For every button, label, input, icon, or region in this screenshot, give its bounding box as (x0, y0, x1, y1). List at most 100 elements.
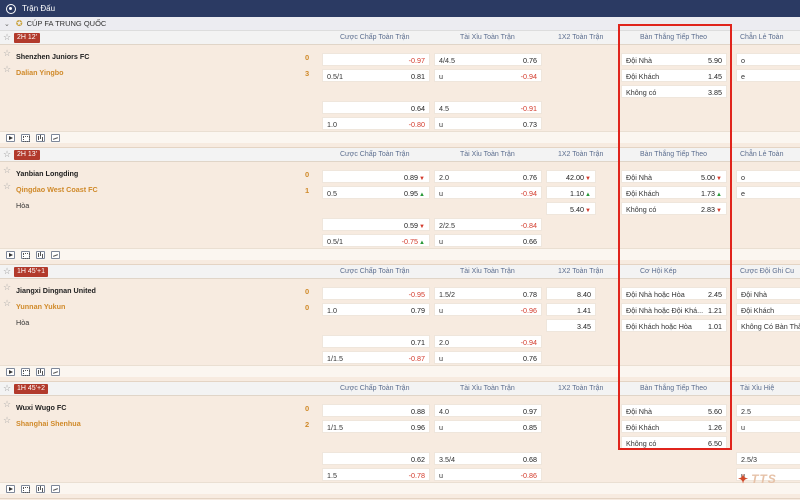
handicap-odds-cell[interactable]: 0.62 (322, 452, 430, 465)
market-odds-cell[interactable]: Không có 6.50 (621, 436, 727, 449)
favorite-star-icon[interactable]: ☆ (3, 32, 11, 43)
over-under-odds-cell[interactable]: u 0.73 (434, 117, 542, 130)
odds-line: 3.5/4 (439, 455, 455, 464)
trend-chart-icon[interactable] (51, 368, 60, 376)
market-odds-cell[interactable]: Đội Khách 1.45 (621, 69, 727, 82)
1x2-odds-cell[interactable]: 8.40 (546, 287, 596, 300)
statistics-icon[interactable] (36, 134, 45, 142)
home-team-name[interactable]: Shenzhen Juniors FC (16, 52, 89, 61)
market-odds-cell[interactable]: Đội Nhà hoặc Hòa 2.45 (621, 287, 727, 300)
market-odds-cell[interactable]: Không có 2.83▼ (621, 202, 727, 215)
field-view-icon[interactable] (21, 251, 30, 259)
home-team-name[interactable]: Jiangxi Dingnan United (16, 286, 96, 295)
live-stream-icon[interactable] (6, 485, 15, 493)
handicap-odds-cell[interactable]: 1/1.5 0.96 (322, 420, 430, 433)
extra-market-cell[interactable]: u (736, 420, 800, 433)
market-odds-cell[interactable]: Không có 3.85 (621, 85, 727, 98)
favorite-star-icon[interactable]: ☆ (3, 266, 11, 277)
favorite-star-icon[interactable]: ☆ (3, 399, 11, 410)
market-odds-cell[interactable]: Đội Khách 1.73▲ (621, 186, 727, 199)
1x2-odds-cell[interactable]: 5.40▼ (546, 202, 596, 215)
over-under-odds-cell[interactable]: u 0.76 (434, 351, 542, 364)
over-under-odds-cell[interactable]: 2/2.5 -0.84 (434, 218, 542, 231)
handicap-odds-cell[interactable]: 0.5/1 0.81 (322, 69, 430, 82)
trend-chart-icon[interactable] (51, 485, 60, 493)
market-odds-cell[interactable]: Đội Khách 1.26 (621, 420, 727, 433)
market-odds-cell[interactable]: Đội Nhà 5.00▼ (621, 170, 727, 183)
favorite-star-icon[interactable]: ☆ (3, 64, 11, 75)
handicap-odds-cell[interactable]: -0.95 (322, 287, 430, 300)
handicap-odds-cell[interactable]: 0.71 (322, 335, 430, 348)
over-under-odds-cell[interactable]: 2.0 0.76 (434, 170, 542, 183)
extra-market-cell[interactable]: Đội Nhà (736, 287, 800, 300)
odds-price: 0.79 (411, 306, 425, 315)
away-team-name[interactable]: Qingdao West Coast FC (16, 185, 98, 194)
home-team-name[interactable]: Yanbian Longding (16, 169, 78, 178)
favorite-star-icon[interactable]: ☆ (3, 383, 11, 394)
over-under-odds-cell[interactable]: u -0.86 (434, 468, 542, 481)
over-under-odds-cell[interactable]: 2.0 -0.94 (434, 335, 542, 348)
over-under-odds-cell[interactable]: 4/4.5 0.76 (434, 53, 542, 66)
over-under-odds-cell[interactable]: u -0.94 (434, 186, 542, 199)
statistics-icon[interactable] (36, 485, 45, 493)
over-under-odds-cell[interactable]: u -0.94 (434, 69, 542, 82)
over-under-odds-cell[interactable]: u 0.66 (434, 234, 542, 247)
extra-market-cell[interactable]: 2.5/3 (736, 452, 800, 465)
handicap-odds-cell[interactable]: 1/1.5 -0.87 (322, 351, 430, 364)
extra-market-cell[interactable]: 2.5 (736, 404, 800, 417)
1x2-odds-cell[interactable]: 1.41 (546, 303, 596, 316)
handicap-odds-cell[interactable]: 0.59▼ (322, 218, 430, 231)
handicap-odds-cell[interactable]: -0.97 (322, 53, 430, 66)
favorite-star-icon[interactable]: ☆ (3, 165, 11, 176)
over-under-odds-cell[interactable]: 4.5 -0.91 (434, 101, 542, 114)
handicap-odds-cell[interactable]: 0.64 (322, 101, 430, 114)
live-stream-icon[interactable] (6, 134, 15, 142)
handicap-odds-cell[interactable]: 0.89▼ (322, 170, 430, 183)
favorite-star-icon[interactable]: ☆ (3, 415, 11, 426)
1x2-odds-cell[interactable]: 42.00▼ (546, 170, 596, 183)
field-view-icon[interactable] (21, 485, 30, 493)
extra-market-cell[interactable]: Đội Khách (736, 303, 800, 316)
trend-chart-icon[interactable] (51, 134, 60, 142)
over-under-odds-cell[interactable]: u -0.96 (434, 303, 542, 316)
extra-market-cell[interactable]: e (736, 69, 800, 82)
field-view-icon[interactable] (21, 134, 30, 142)
away-team-name[interactable]: Dalian Yingbo (16, 68, 64, 77)
favorite-star-icon[interactable]: ☆ (3, 298, 11, 309)
extra-market-cell[interactable]: o (736, 53, 800, 66)
statistics-icon[interactable] (36, 251, 45, 259)
handicap-odds-cell[interactable]: 0.5/1 -0.75▲ (322, 234, 430, 247)
market-odds-cell[interactable]: Đội Khách hoặc Hòa 1.01 (621, 319, 727, 332)
statistics-icon[interactable] (36, 368, 45, 376)
favorite-star-icon[interactable]: ☆ (3, 181, 11, 192)
handicap-odds-cell[interactable]: 1.0 -0.80 (322, 117, 430, 130)
market-odds-cell[interactable]: Đội Nhà 5.90 (621, 53, 727, 66)
field-view-icon[interactable] (21, 368, 30, 376)
over-under-odds-cell[interactable]: u 0.85 (434, 420, 542, 433)
live-stream-icon[interactable] (6, 251, 15, 259)
live-stream-icon[interactable] (6, 368, 15, 376)
over-under-odds-cell[interactable]: 1.5/2 0.78 (434, 287, 542, 300)
home-team-name[interactable]: Wuxi Wugo FC (16, 403, 66, 412)
favorite-star-icon[interactable]: ☆ (3, 149, 11, 160)
extra-market-cell[interactable]: e (736, 186, 800, 199)
league-header[interactable]: ⌄ ✪ CÚP FA TRUNG QUỐC (0, 17, 800, 31)
extra-market-cell[interactable]: o (736, 170, 800, 183)
away-team-name[interactable]: Shanghai Shenhua (16, 419, 81, 428)
handicap-odds-cell[interactable]: 0.5 0.95▲ (322, 186, 430, 199)
over-under-odds-cell[interactable]: 4.0 0.97 (434, 404, 542, 417)
1x2-odds-cell[interactable]: 3.45 (546, 319, 596, 332)
market-odds-cell[interactable]: Đội Nhà hoặc Đội Khá... 1.21 (621, 303, 727, 316)
favorite-star-icon[interactable]: ☆ (3, 282, 11, 293)
over-under-odds-cell[interactable]: 3.5/4 0.68 (434, 452, 542, 465)
handicap-odds-cell[interactable]: 0.88 (322, 404, 430, 417)
chevron-down-icon[interactable]: ⌄ (4, 20, 10, 28)
extra-market-cell[interactable]: Không Có Bàn Thắ (736, 319, 800, 332)
favorite-star-icon[interactable]: ☆ (3, 48, 11, 59)
trend-chart-icon[interactable] (51, 251, 60, 259)
1x2-odds-cell[interactable]: 1.10▲ (546, 186, 596, 199)
away-team-name[interactable]: Yunnan Yukun (16, 302, 65, 311)
handicap-odds-cell[interactable]: 1.0 0.79 (322, 303, 430, 316)
handicap-odds-cell[interactable]: 1.5 -0.78 (322, 468, 430, 481)
market-odds-cell[interactable]: Đội Nhà 5.60 (621, 404, 727, 417)
